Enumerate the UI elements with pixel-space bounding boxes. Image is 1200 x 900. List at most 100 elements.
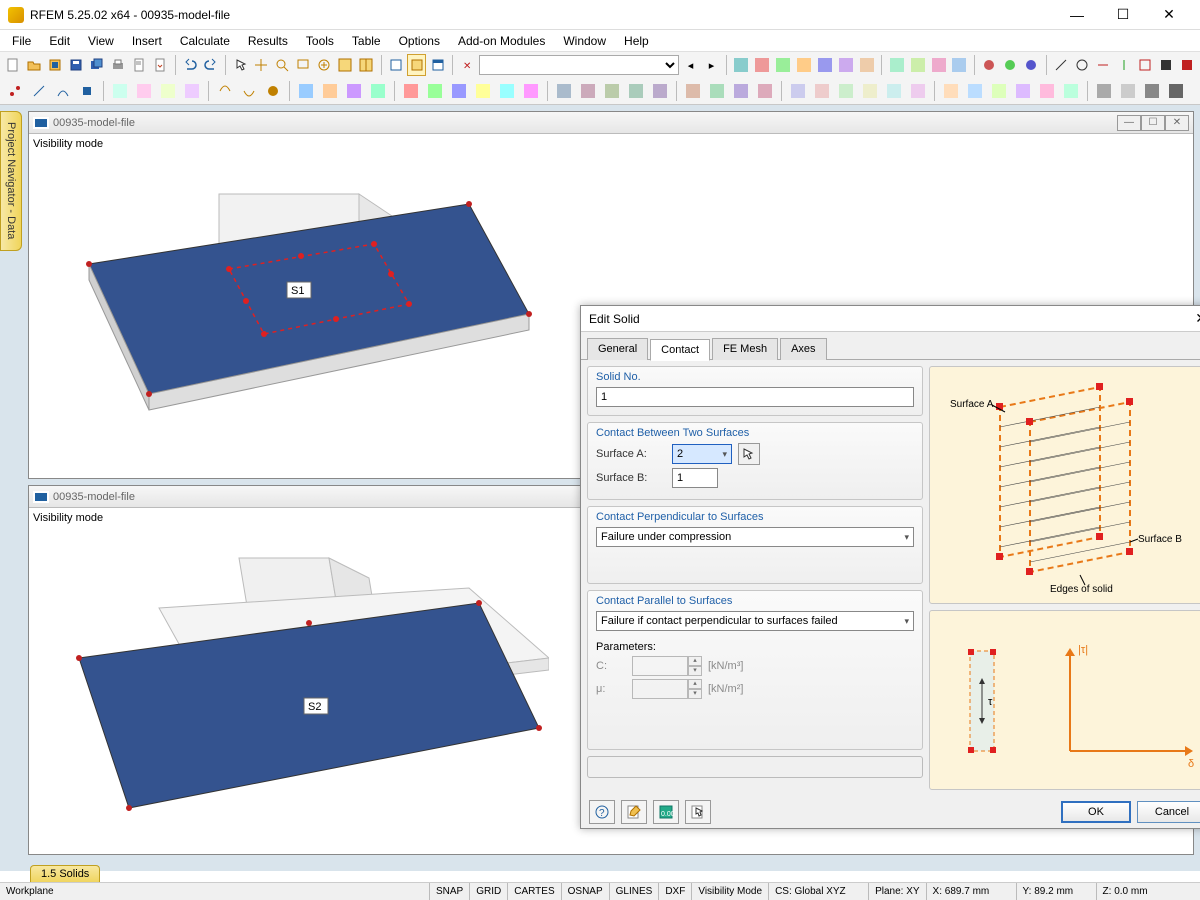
maximize-button[interactable]: ☐ (1100, 0, 1146, 30)
tool2-g4[interactable] (625, 80, 647, 102)
status-glines[interactable]: GLINES (610, 883, 660, 900)
status-grid[interactable]: GRID (470, 883, 508, 900)
surface-b-input[interactable] (672, 468, 718, 488)
tool2-8[interactable] (181, 80, 203, 102)
tool-misc-9[interactable] (908, 54, 927, 76)
tool-misc-13[interactable] (1001, 54, 1020, 76)
menu-file[interactable]: File (4, 32, 39, 50)
menu-calculate[interactable]: Calculate (172, 32, 238, 50)
cancel-button[interactable]: Cancel (1137, 801, 1200, 823)
tool-misc-4[interactable] (795, 54, 814, 76)
tool2-k3[interactable] (1141, 80, 1163, 102)
tool-misc-1[interactable] (732, 54, 751, 76)
status-snap[interactable]: SNAP (430, 883, 470, 900)
tool2-j4[interactable] (1012, 80, 1034, 102)
tool-new[interactable] (4, 54, 23, 76)
minimize-button[interactable]: — (1054, 0, 1100, 30)
tool2-i2[interactable] (811, 80, 833, 102)
tool-misc-11[interactable] (950, 54, 969, 76)
tool2-3[interactable] (52, 80, 74, 102)
status-dxf[interactable]: DXF (659, 883, 692, 900)
tab-axes[interactable]: Axes (780, 338, 826, 360)
tool2-5[interactable] (109, 80, 131, 102)
tool-misc-20[interactable] (1156, 54, 1175, 76)
tool2-f5[interactable] (496, 80, 518, 102)
view1-max[interactable]: ☐ (1141, 115, 1165, 131)
tool-props[interactable] (428, 54, 447, 76)
tool-misc-15[interactable] (1051, 54, 1070, 76)
help-button[interactable]: ? (589, 800, 615, 824)
tool-misc-19[interactable] (1135, 54, 1154, 76)
tool2-j3[interactable] (988, 80, 1010, 102)
perpendicular-combo[interactable]: Failure under compression (596, 527, 914, 547)
tool-open-model[interactable] (46, 54, 65, 76)
tool2-9[interactable] (214, 80, 236, 102)
tool2-h4[interactable] (754, 80, 776, 102)
menu-addons[interactable]: Add-on Modules (450, 32, 553, 50)
tool2-g5[interactable] (649, 80, 671, 102)
tool2-7[interactable] (157, 80, 179, 102)
ok-button[interactable]: OK (1061, 801, 1131, 823)
tool2-j2[interactable] (964, 80, 986, 102)
menu-tools[interactable]: Tools (298, 32, 342, 50)
tool-misc-16[interactable] (1072, 54, 1091, 76)
tool-redo[interactable] (201, 54, 220, 76)
tool2-j1[interactable] (940, 80, 962, 102)
tool2-f4[interactable] (472, 80, 494, 102)
table-tab-solids[interactable]: 1.5 Solids (30, 865, 100, 882)
tool2-6[interactable] (133, 80, 155, 102)
menu-help[interactable]: Help (616, 32, 657, 50)
tool2-2[interactable] (28, 80, 50, 102)
pick-surface-button[interactable] (738, 443, 760, 465)
solid-no-input[interactable] (596, 387, 914, 407)
tool2-g2[interactable] (577, 80, 599, 102)
view1-min[interactable]: — (1117, 115, 1141, 131)
view2-canvas[interactable]: S2 (29, 508, 549, 848)
tool2-f6[interactable] (520, 80, 542, 102)
tool2-i1[interactable] (787, 80, 809, 102)
tool-open[interactable] (25, 54, 44, 76)
menu-options[interactable]: Options (391, 32, 448, 50)
tool-zoom[interactable] (273, 54, 292, 76)
view1-close[interactable]: ✕ (1165, 115, 1189, 131)
tool2-i3[interactable] (835, 80, 857, 102)
tool-saveall[interactable] (88, 54, 107, 76)
tool-misc-6[interactable] (836, 54, 855, 76)
menu-results[interactable]: Results (240, 32, 296, 50)
tool-misc-8[interactable] (887, 54, 906, 76)
tab-contact[interactable]: Contact (650, 339, 710, 361)
tool-move[interactable] (252, 54, 271, 76)
close-button[interactable]: ✕ (1146, 0, 1192, 30)
menu-edit[interactable]: Edit (41, 32, 78, 50)
tool-zoomwin[interactable] (294, 54, 313, 76)
tool-misc-12[interactable] (980, 54, 999, 76)
tool2-f2[interactable] (424, 80, 446, 102)
menu-insert[interactable]: Insert (124, 32, 170, 50)
tool-print[interactable] (109, 54, 128, 76)
tool-view2[interactable] (357, 54, 376, 76)
status-osnap[interactable]: OSNAP (562, 883, 610, 900)
tool-nav-prev[interactable]: ◂ (681, 54, 700, 76)
tool2-k1[interactable] (1093, 80, 1115, 102)
parallel-combo[interactable]: Failure if contact perpendicular to surf… (596, 611, 914, 631)
tool2-h2[interactable] (706, 80, 728, 102)
tool2-f1[interactable] (400, 80, 422, 102)
menu-window[interactable]: Window (555, 32, 614, 50)
tool-nav-next[interactable]: ▸ (702, 54, 721, 76)
tool2-j5[interactable] (1036, 80, 1058, 102)
tool2-k4[interactable] (1165, 80, 1187, 102)
tool2-h1[interactable] (682, 80, 704, 102)
load-case-combo[interactable] (479, 55, 679, 75)
tab-general[interactable]: General (587, 338, 648, 360)
tool-view1[interactable] (336, 54, 355, 76)
tool-save[interactable] (67, 54, 86, 76)
view1-canvas[interactable]: S1 (29, 134, 549, 474)
edit-notes-button[interactable] (621, 800, 647, 824)
tool2-10[interactable] (238, 80, 260, 102)
tool2-j6[interactable] (1060, 80, 1082, 102)
menu-table[interactable]: Table (344, 32, 389, 50)
dialog-close-icon[interactable]: ✕ (1195, 310, 1200, 327)
tool-misc-5[interactable] (816, 54, 835, 76)
tool-misc-3[interactable] (774, 54, 793, 76)
tool2-13[interactable] (319, 80, 341, 102)
